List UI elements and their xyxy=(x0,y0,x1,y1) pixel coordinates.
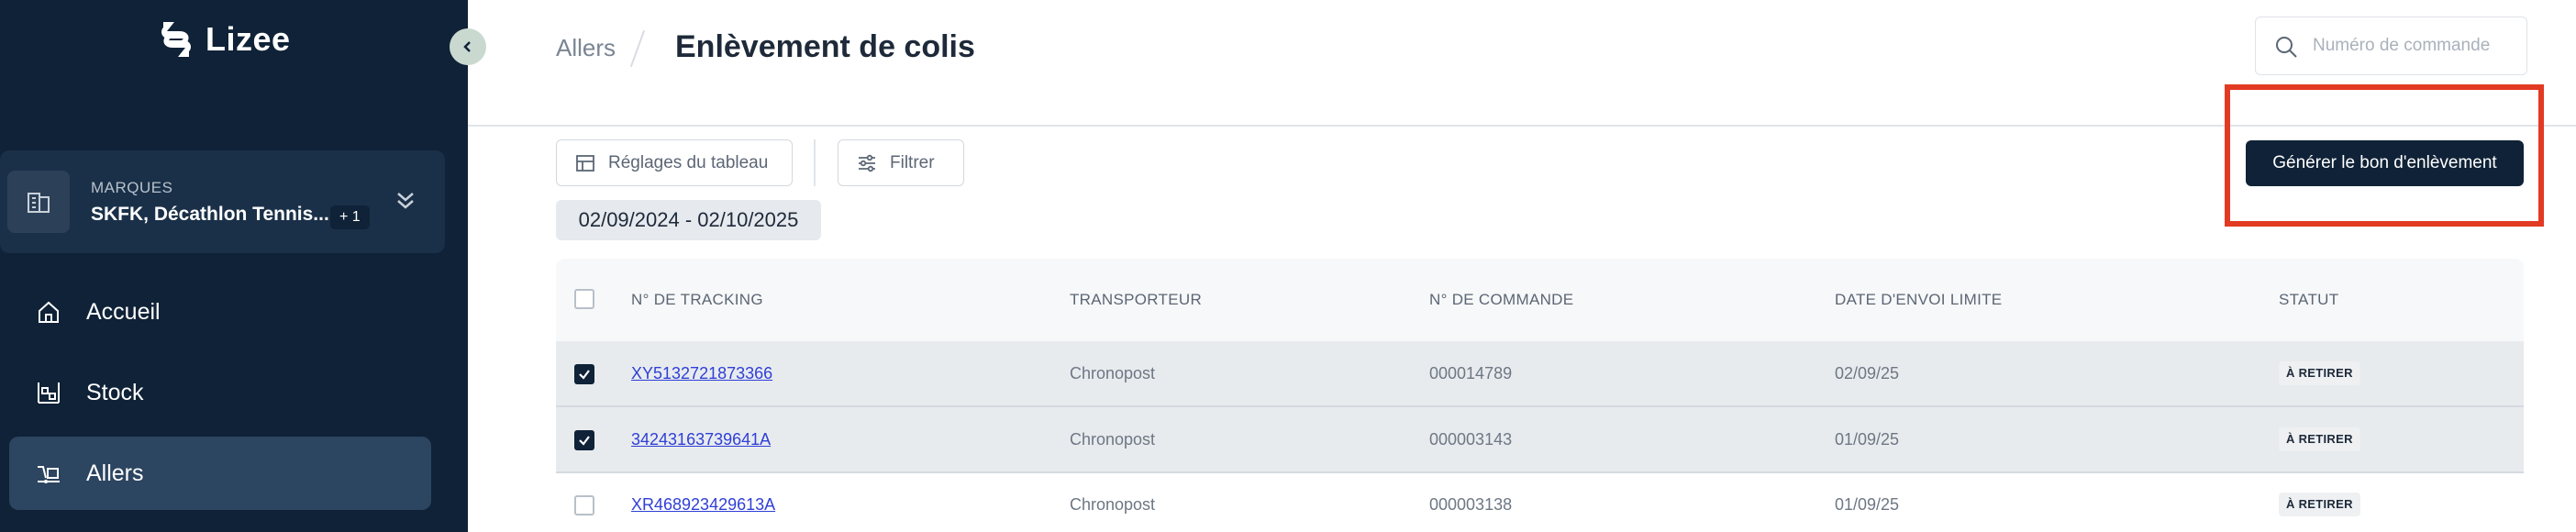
deadline-cell: 01/09/25 xyxy=(1835,495,1900,514)
search-icon xyxy=(2276,37,2297,58)
highlight-box xyxy=(2225,84,2544,227)
filter-button[interactable]: Filtrer xyxy=(838,139,964,186)
home-icon xyxy=(39,301,59,323)
status-badge: À RETIRER xyxy=(2279,493,2360,516)
row-checkbox[interactable] xyxy=(574,430,594,450)
brand-extra-count: + 1 xyxy=(330,205,370,229)
deadline-cell: 02/09/25 xyxy=(1835,364,1900,382)
sidebar-item-label: Stock xyxy=(86,379,144,405)
deadline-cell: 01/09/25 xyxy=(1835,430,1900,449)
carrier-cell: Chronopost xyxy=(1070,495,1156,514)
tracking-link[interactable]: XR468923429613A xyxy=(631,495,775,515)
app-logo[interactable]: Lizee xyxy=(156,18,291,61)
checkmark-icon xyxy=(579,436,590,446)
filter-sliders-icon xyxy=(859,154,875,172)
chevron-left-icon xyxy=(463,41,471,52)
sidebar-item-label: Allers xyxy=(86,460,144,486)
stock-icon xyxy=(38,382,60,404)
checkmark-icon xyxy=(579,370,590,380)
table-row[interactable]: 34243163739641A Chronopost 000003143 01/… xyxy=(556,407,2524,473)
toolbar-separator xyxy=(814,139,816,186)
breadcrumb-separator xyxy=(629,29,646,68)
parcels-table: N° DE TRACKING TRANSPORTEUR N° DE COMMAN… xyxy=(556,259,2524,532)
search-box[interactable] xyxy=(2255,17,2527,75)
sidebar-item-stock[interactable]: Stock xyxy=(9,356,431,429)
order-cell: 000014789 xyxy=(1429,364,1513,382)
app-name: Lizee xyxy=(205,20,291,58)
shipping-icon xyxy=(38,466,60,483)
sidebar-item-label: Accueil xyxy=(86,298,161,325)
status-badge: À RETIRER xyxy=(2279,361,2360,385)
column-header-carrier[interactable]: TRANSPORTEUR xyxy=(1070,291,1202,309)
row-checkbox[interactable] xyxy=(574,364,594,384)
building-icon xyxy=(7,171,70,233)
search-input[interactable] xyxy=(2313,30,2515,61)
breadcrumb-root[interactable]: Allers xyxy=(556,34,616,62)
column-header-tracking[interactable]: N° DE TRACKING xyxy=(631,291,763,309)
table-icon xyxy=(576,154,594,172)
column-header-status[interactable]: STATUT xyxy=(2279,291,2338,309)
table-settings-button[interactable]: Réglages du tableau xyxy=(556,139,793,186)
brand-label: MARQUES xyxy=(91,179,173,196)
lizee-logo-icon xyxy=(161,22,191,57)
tracking-link[interactable]: XY5132721873366 xyxy=(631,364,772,383)
table-row[interactable]: XY5132721873366 Chronopost 000014789 02/… xyxy=(556,341,2524,407)
filter-label: Filtrer xyxy=(890,152,935,172)
tracking-link[interactable]: 34243163739641A xyxy=(631,430,771,449)
double-chevron-down-icon[interactable] xyxy=(393,187,418,213)
page-title: Enlèvement de colis xyxy=(675,29,975,64)
sidebar-item-accueil[interactable]: Accueil xyxy=(9,275,431,349)
collapse-sidebar-button[interactable] xyxy=(450,28,486,65)
table-row[interactable]: XR468923429613A Chronopost 000003138 01/… xyxy=(556,473,2524,532)
row-checkbox[interactable] xyxy=(574,495,594,515)
brand-name: SKFK, Décathlon Tennis... xyxy=(91,204,329,225)
carrier-cell: Chronopost xyxy=(1070,430,1156,449)
date-range-chip[interactable]: 02/09/2024 - 02/10/2025 xyxy=(556,200,821,240)
select-all-checkbox[interactable] xyxy=(574,289,594,309)
status-badge: À RETIRER xyxy=(2279,427,2360,451)
table-settings-label: Réglages du tableau xyxy=(608,152,769,172)
column-header-order[interactable]: N° DE COMMANDE xyxy=(1429,291,1573,309)
sidebar: Lizee MARQUES SKFK, Décathlon Tennis... … xyxy=(0,0,468,532)
brand-selector[interactable]: MARQUES SKFK, Décathlon Tennis... + 1 xyxy=(0,150,445,253)
table-header: N° DE TRACKING TRANSPORTEUR N° DE COMMAN… xyxy=(556,259,2524,341)
carrier-cell: Chronopost xyxy=(1070,364,1156,382)
order-cell: 000003138 xyxy=(1429,495,1513,514)
order-cell: 000003143 xyxy=(1429,430,1513,449)
column-header-deadline[interactable]: DATE D'ENVOI LIMITE xyxy=(1835,291,2002,309)
sidebar-item-allers[interactable]: Allers xyxy=(9,437,431,510)
